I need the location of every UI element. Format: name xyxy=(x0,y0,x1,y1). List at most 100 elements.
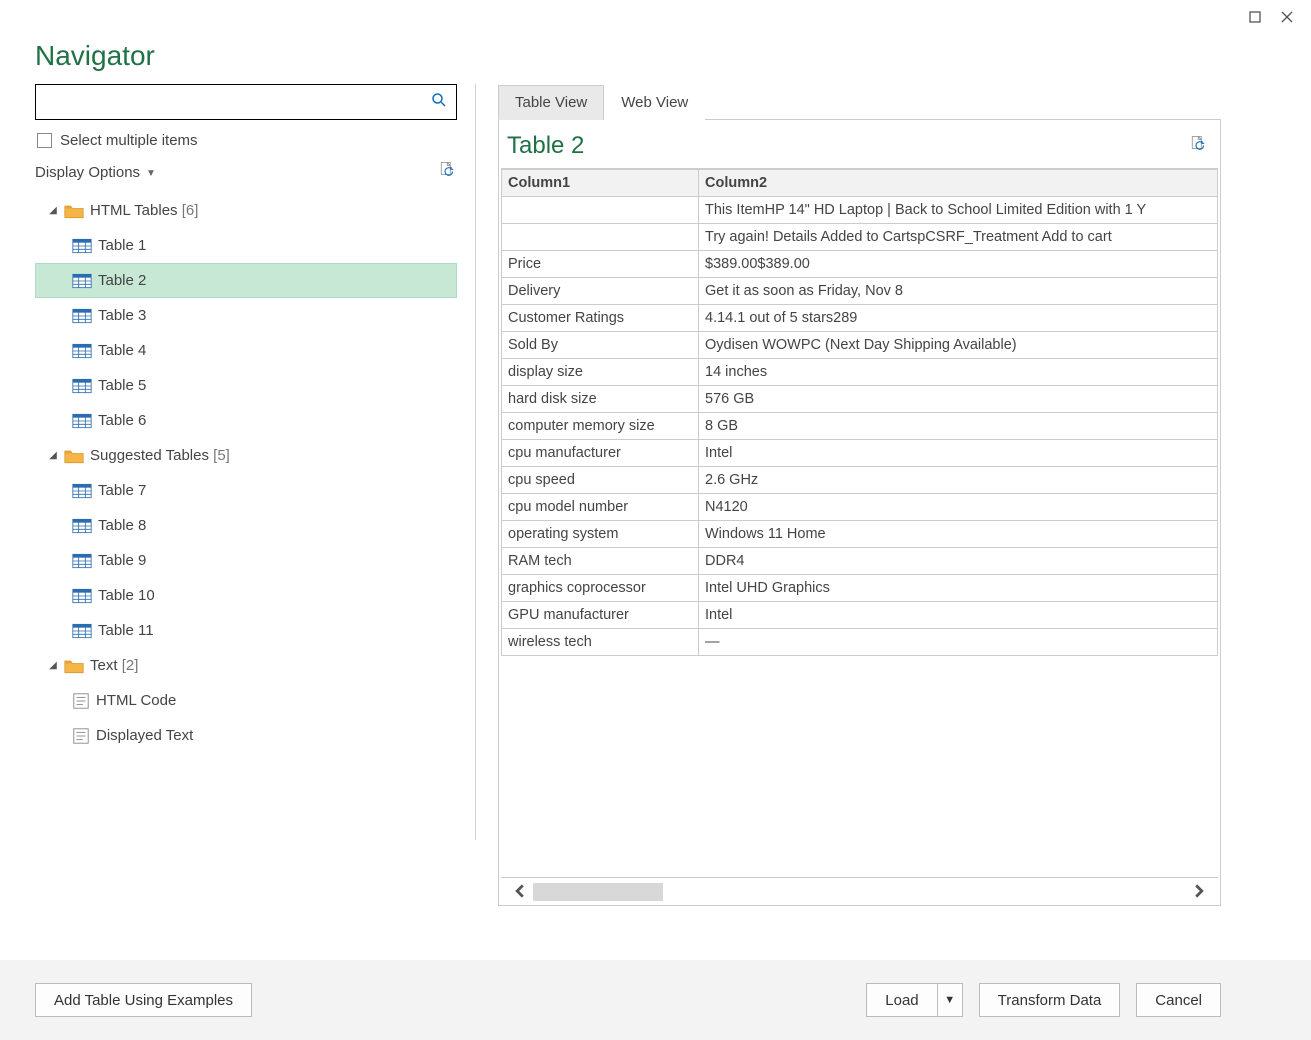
cancel-button[interactable]: Cancel xyxy=(1136,983,1221,1017)
table-icon xyxy=(72,518,92,534)
table-row[interactable]: cpu speed2.6 GHz xyxy=(502,467,1218,494)
tree-item[interactable]: HTML Code xyxy=(35,683,457,718)
table-row[interactable]: cpu manufacturerIntel xyxy=(502,440,1218,467)
tree-group[interactable]: ◢Suggested Tables [5] xyxy=(35,438,457,473)
tree-item[interactable]: Table 4 xyxy=(35,333,457,368)
table-row[interactable]: GPU manufacturerIntel xyxy=(502,602,1218,629)
table-cell: RAM tech xyxy=(502,548,699,575)
tree-item-label: Table 7 xyxy=(98,482,146,499)
table-row[interactable]: Try again! Details Added to CartspCSRF_T… xyxy=(502,224,1218,251)
preview-refresh-icon[interactable] xyxy=(1190,135,1208,158)
table-icon xyxy=(72,483,92,499)
select-multiple-checkbox[interactable] xyxy=(37,133,52,148)
table-icon xyxy=(72,308,92,324)
table-icon xyxy=(72,343,92,359)
scroll-right-icon[interactable] xyxy=(1186,883,1212,901)
table-icon xyxy=(72,623,92,639)
tree-item-label: Table 6 xyxy=(98,412,146,429)
table-cell: 2.6 GHz xyxy=(699,467,1218,494)
table-cell: N4120 xyxy=(699,494,1218,521)
tree-item-label: Table 4 xyxy=(98,342,146,359)
table-cell: hard disk size xyxy=(502,386,699,413)
table-cell: Customer Ratings xyxy=(502,305,699,332)
table-row[interactable]: hard disk size576 GB xyxy=(502,386,1218,413)
tree-item[interactable]: Table 11 xyxy=(35,613,457,648)
transform-data-button[interactable]: Transform Data xyxy=(979,983,1121,1017)
table-row[interactable]: wireless tech— xyxy=(502,629,1218,656)
text-icon xyxy=(72,727,90,745)
table-cell: wireless tech xyxy=(502,629,699,656)
horizontal-scrollbar[interactable] xyxy=(501,877,1218,905)
load-dropdown-button[interactable]: ▼ xyxy=(937,983,963,1017)
tree-item[interactable]: Table 9 xyxy=(35,543,457,578)
tab-table-view[interactable]: Table View xyxy=(498,85,604,120)
table-cell: cpu speed xyxy=(502,467,699,494)
load-button[interactable]: Load xyxy=(866,983,936,1017)
tree-item[interactable]: Table 8 xyxy=(35,508,457,543)
table-row[interactable]: RAM techDDR4 xyxy=(502,548,1218,575)
chevron-down-icon: ▼ xyxy=(146,168,156,179)
table-icon xyxy=(72,273,92,289)
tree-item[interactable]: Table 5 xyxy=(35,368,457,403)
search-icon xyxy=(430,91,448,114)
tree-item[interactable]: Displayed Text xyxy=(35,718,457,753)
table-cell: — xyxy=(699,629,1218,656)
expand-toggle-icon[interactable]: ◢ xyxy=(48,660,58,671)
scroll-thumb[interactable] xyxy=(533,883,663,901)
table-row[interactable]: DeliveryGet it as soon as Friday, Nov 8 xyxy=(502,278,1218,305)
table-row[interactable]: This ItemHP 14" HD Laptop | Back to Scho… xyxy=(502,197,1218,224)
folder-icon xyxy=(64,203,84,219)
table-row[interactable]: graphics coprocessorIntel UHD Graphics xyxy=(502,575,1218,602)
add-table-using-examples-button[interactable]: Add Table Using Examples xyxy=(35,983,252,1017)
table-row[interactable]: computer memory size8 GB xyxy=(502,413,1218,440)
preview-title: Table 2 xyxy=(507,132,584,160)
table-row[interactable]: operating systemWindows 11 Home xyxy=(502,521,1218,548)
table-cell: GPU manufacturer xyxy=(502,602,699,629)
tree-item-label: Table 3 xyxy=(98,307,146,324)
table-icon xyxy=(72,553,92,569)
table-icon xyxy=(72,238,92,254)
table-row[interactable]: cpu model numberN4120 xyxy=(502,494,1218,521)
table-row[interactable]: Price$389.00$389.00 xyxy=(502,251,1218,278)
folder-icon xyxy=(64,448,84,464)
refresh-icon[interactable] xyxy=(439,161,457,183)
search-input[interactable] xyxy=(42,93,430,112)
tree-item[interactable]: Table 1 xyxy=(35,228,457,263)
tree-group[interactable]: ◢HTML Tables [6] xyxy=(35,193,457,228)
table-row[interactable]: display size14 inches xyxy=(502,359,1218,386)
table-cell: display size xyxy=(502,359,699,386)
table-row[interactable]: Sold ByOydisen WOWPC (Next Day Shipping … xyxy=(502,332,1218,359)
table-cell: computer memory size xyxy=(502,413,699,440)
tree-item-label: Table 2 xyxy=(98,272,146,289)
search-box[interactable] xyxy=(35,84,457,120)
maximize-button[interactable] xyxy=(1239,6,1271,28)
scroll-left-icon[interactable] xyxy=(507,883,533,901)
tree-item-label: Table 1 xyxy=(98,237,146,254)
table-row[interactable]: Customer Ratings4.14.1 out of 5 stars289 xyxy=(502,305,1218,332)
tree-item-label: HTML Code xyxy=(96,692,176,709)
expand-toggle-icon[interactable]: ◢ xyxy=(48,450,58,461)
tree-item-label: Table 10 xyxy=(98,587,155,604)
expand-toggle-icon[interactable]: ◢ xyxy=(48,205,58,216)
table-cell xyxy=(502,197,699,224)
tree-group[interactable]: ◢Text [2] xyxy=(35,648,457,683)
tree-item[interactable]: Table 3 xyxy=(35,298,457,333)
column-header[interactable]: Column1 xyxy=(502,170,699,197)
tree-item-label: Table 11 xyxy=(98,622,154,639)
column-header[interactable]: Column2 xyxy=(699,170,1218,197)
tree-item[interactable]: Table 6 xyxy=(35,403,457,438)
tree-item[interactable]: Table 7 xyxy=(35,473,457,508)
table-cell: Intel xyxy=(699,602,1218,629)
tree-item-label: Table 8 xyxy=(98,517,146,534)
tree-item-label: Table 9 xyxy=(98,552,146,569)
tree-item-label: Table 5 xyxy=(98,377,146,394)
tree-item[interactable]: Table 10 xyxy=(35,578,457,613)
table-cell: cpu manufacturer xyxy=(502,440,699,467)
table-cell: DDR4 xyxy=(699,548,1218,575)
close-button[interactable] xyxy=(1271,6,1303,28)
tab-web-view[interactable]: Web View xyxy=(604,85,705,120)
table-icon xyxy=(72,413,92,429)
display-options-dropdown[interactable]: Display Options ▼ xyxy=(35,164,156,181)
tree-item[interactable]: Table 2 xyxy=(35,263,457,298)
table-cell: Sold By xyxy=(502,332,699,359)
